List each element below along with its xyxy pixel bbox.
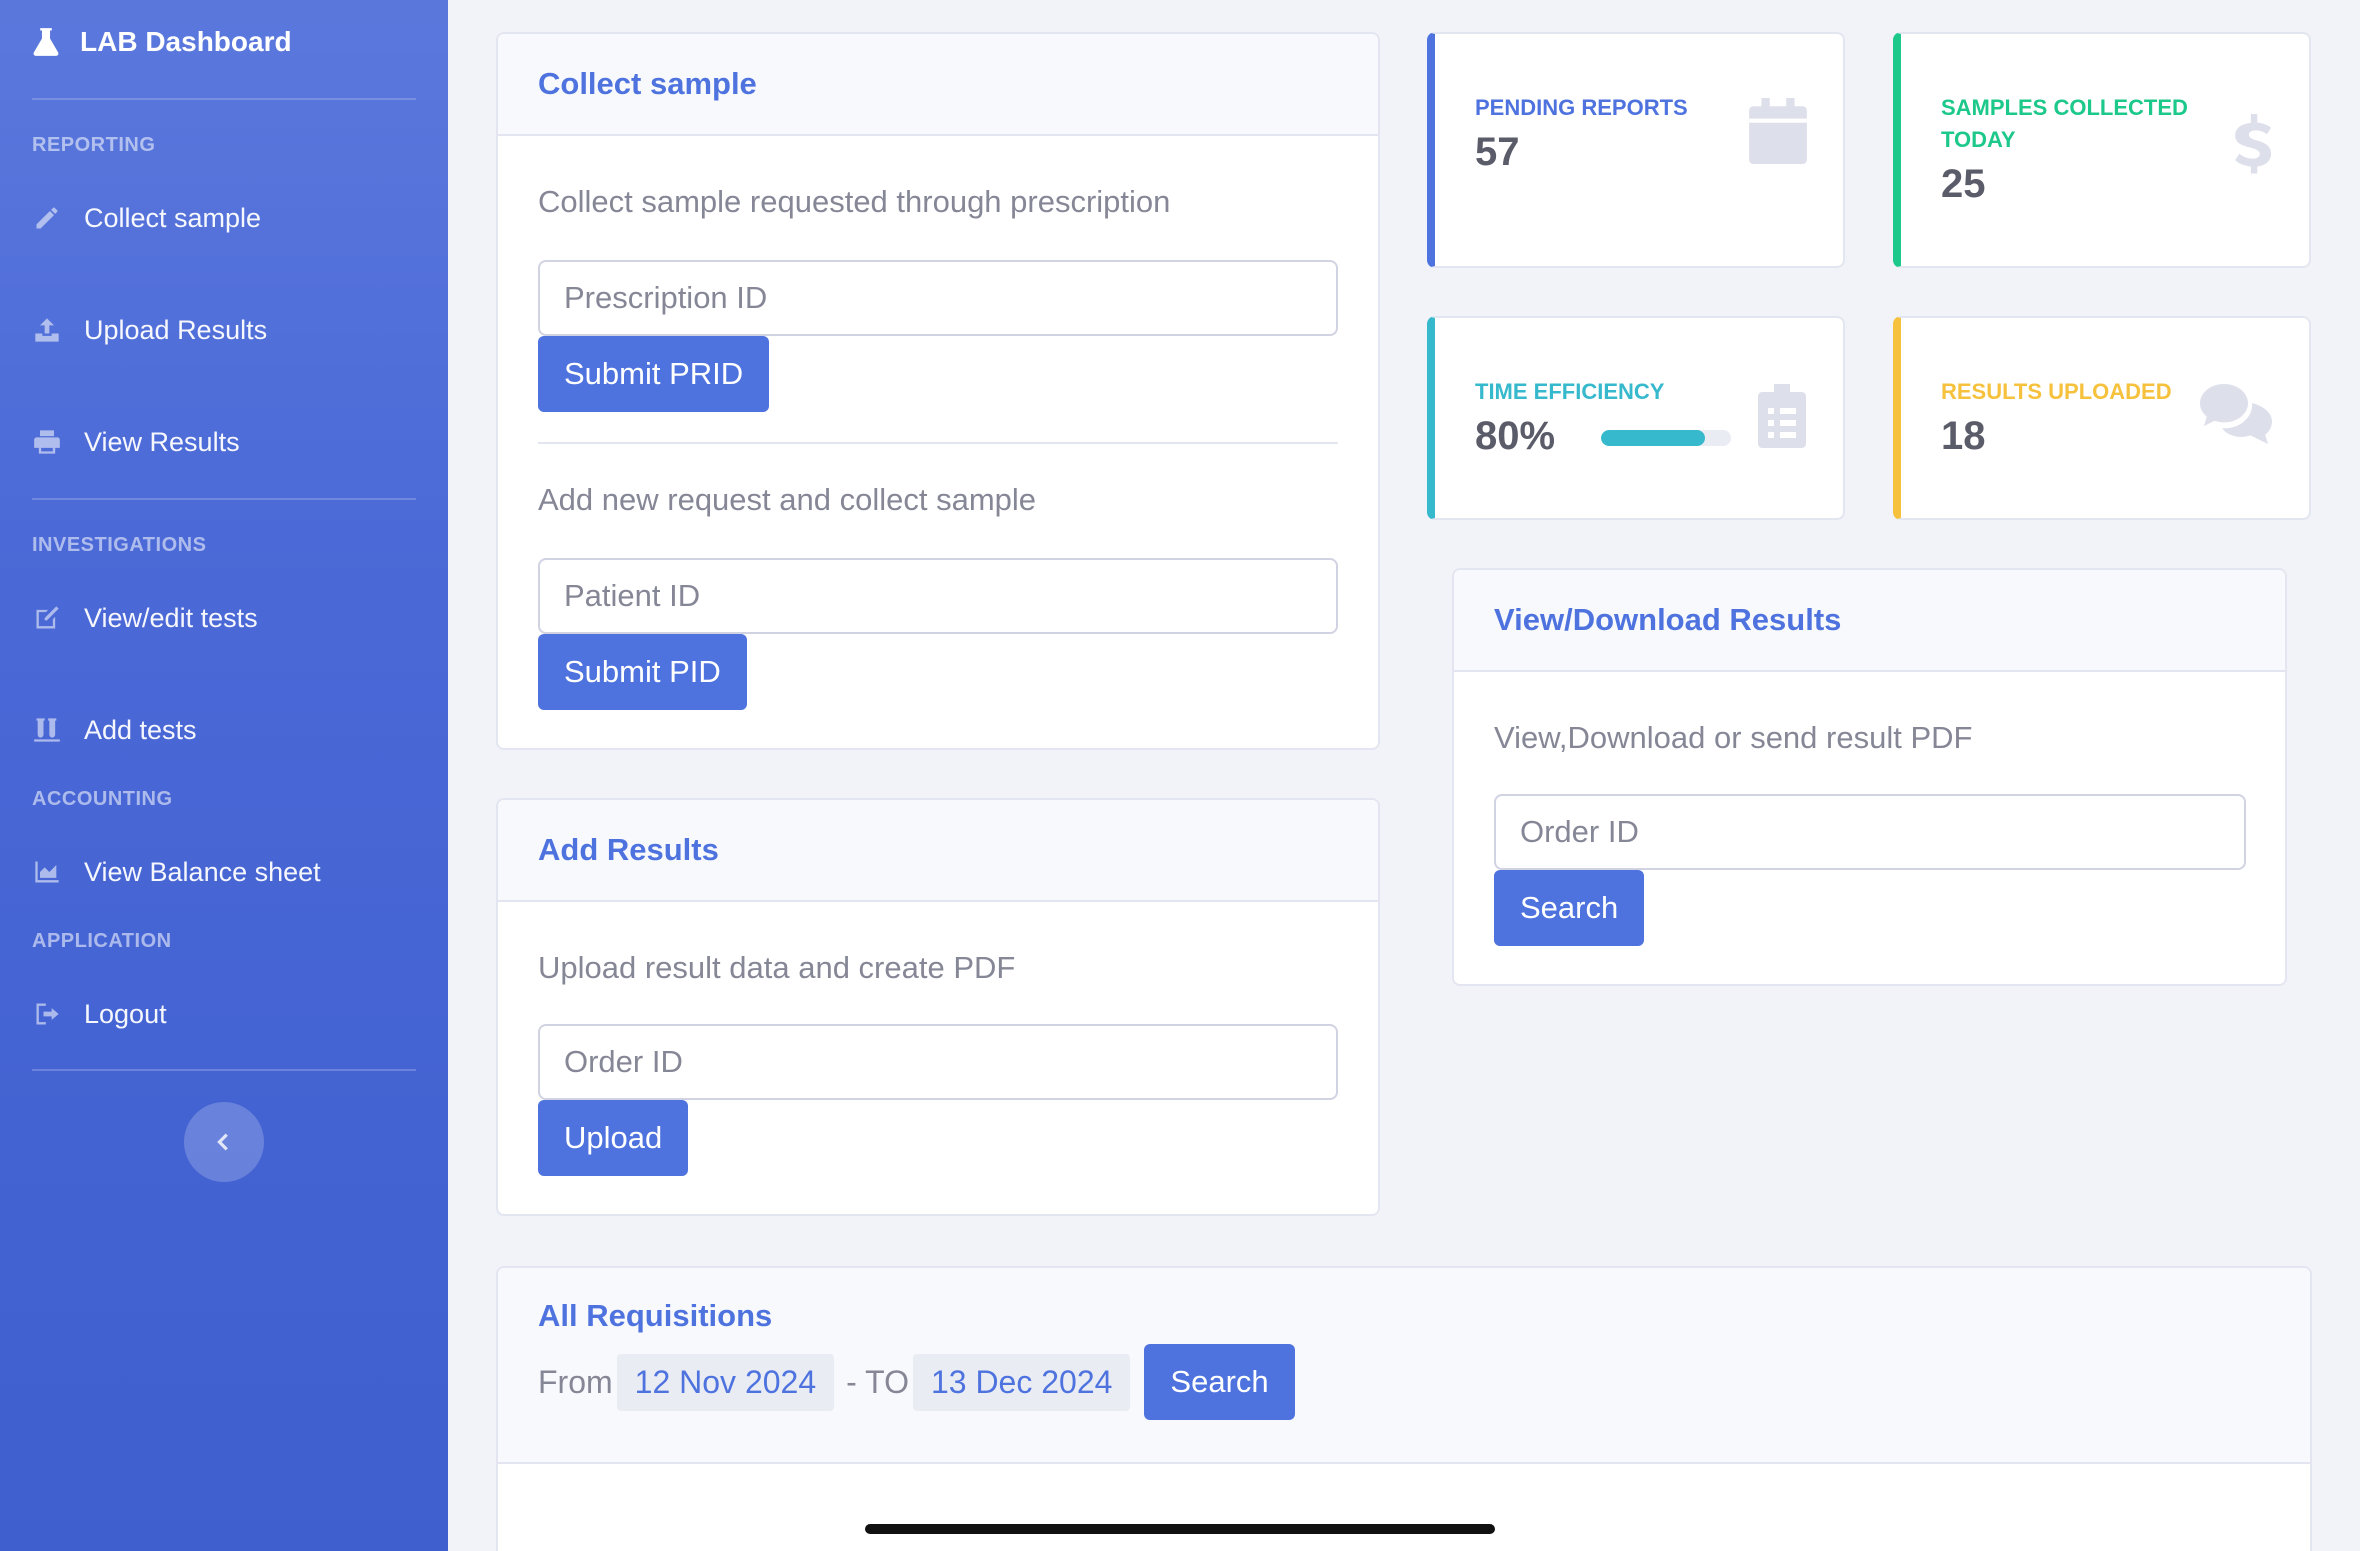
sidebar-item-balance-sheet[interactable]: View Balance sheet [32, 850, 416, 894]
to-label: - TO [846, 1363, 909, 1400]
requisitions-header: All Requisitions From 12 Nov 2024 - TO 1… [498, 1268, 2310, 1464]
comments-icon [2199, 384, 2273, 449]
card-text: Upload result data and create PDF [538, 950, 1016, 985]
pending-reports-card: PENDING REPORTS 57 [1427, 32, 1845, 268]
submit-prid-button[interactable]: Submit PRID [538, 336, 770, 412]
results-uploaded-card: RESULTS UPLOADED 18 [1893, 316, 2311, 520]
sidebar-toggle-button[interactable] [184, 1102, 264, 1182]
card-text: View,Download or send result PDF [1494, 720, 1973, 755]
sidebar-item-label: View Results [84, 426, 240, 457]
sidebar-item-label: Add tests [84, 714, 197, 745]
upload-icon [32, 315, 62, 345]
card-title: All Requisitions [538, 1298, 773, 1333]
card-title: Collect sample [498, 34, 1378, 136]
order-id-input[interactable] [1494, 794, 2246, 870]
sign-out-icon [32, 999, 62, 1029]
sidebar-item-label: View Balance sheet [84, 856, 321, 887]
home-indicator [865, 1524, 1495, 1534]
vials-icon [32, 715, 62, 745]
efficiency-progress-fill [1601, 430, 1705, 446]
time-efficiency-card: TIME EFFICIENCY 80% [1427, 316, 1845, 520]
collect-sample-card: Collect sample Collect sample requested … [496, 32, 1380, 750]
pen-icon [32, 203, 62, 233]
print-icon [32, 427, 62, 457]
chevron-left-icon [217, 1133, 228, 1151]
from-date-input[interactable]: 12 Nov 2024 [616, 1353, 835, 1411]
divider [538, 442, 1338, 444]
card-text: Add new request and collect sample [538, 482, 1037, 517]
sidebar-item-label: Logout [84, 998, 167, 1029]
dollar-icon [2233, 114, 2273, 187]
sidebar-item-logout[interactable]: Logout [32, 992, 416, 1036]
upload-button[interactable]: Upload [538, 1100, 689, 1176]
order-id-input[interactable] [538, 1024, 1338, 1100]
chart-area-icon [32, 857, 62, 887]
heading-investigations: INVESTIGATIONS [32, 534, 207, 556]
sidebar-divider [32, 1069, 416, 1071]
heading-reporting: REPORTING [32, 134, 156, 156]
card-title: View/Download Results [1454, 570, 2285, 672]
stat-value: 80% [1475, 414, 1556, 458]
stat-value: 25 [1941, 162, 1986, 206]
calendar-icon [1749, 98, 1807, 169]
efficiency-progress-bar [1601, 430, 1731, 446]
from-label: From [538, 1363, 613, 1400]
brand-title: LAB Dashboard [80, 26, 292, 57]
stat-label: TIME EFFICIENCY [1475, 379, 1665, 404]
stat-label: RESULTS UPLOADED [1941, 379, 2172, 404]
sidebar-item-upload-results[interactable]: Upload Results [32, 308, 416, 352]
clipboard-list-icon [1757, 384, 1807, 453]
heading-accounting: ACCOUNTING [32, 788, 173, 810]
stat-label: PENDING REPORTS [1475, 95, 1688, 120]
sidebar-item-collect-sample[interactable]: Collect sample [32, 196, 416, 240]
search-button[interactable]: Search [1144, 1344, 1295, 1420]
card-title: Add Results [498, 800, 1378, 902]
patient-id-input[interactable] [538, 558, 1338, 634]
sidebar-item-label: Collect sample [84, 202, 262, 233]
sidebar-item-label: Upload Results [84, 314, 268, 345]
brand[interactable]: LAB Dashboard [32, 22, 292, 62]
flask-icon [33, 28, 59, 56]
search-button[interactable]: Search [1494, 870, 1645, 946]
stat-label: SAMPLES COLLECTED TODAY [1941, 95, 2188, 152]
sidebar-divider [32, 98, 416, 100]
sidebar-item-add-tests[interactable]: Add tests [32, 708, 416, 752]
add-results-card: Add Results Upload result data and creat… [496, 798, 1380, 1216]
sidebar-item-view-results[interactable]: View Results [32, 420, 416, 464]
to-date-input[interactable]: 13 Dec 2024 [912, 1353, 1131, 1411]
view-download-card: View/Download Results View,Download or s… [1452, 568, 2287, 986]
stat-value: 18 [1941, 414, 1986, 458]
heading-application: APPLICATION [32, 930, 172, 952]
prescription-id-input[interactable] [538, 260, 1338, 336]
sidebar-item-label: View/edit tests [84, 602, 258, 633]
date-range: From 12 Nov 2024 - TO 13 Dec 2024 Search [538, 1344, 1295, 1420]
sidebar: LAB Dashboard REPORTING Collect sample U… [0, 0, 448, 1551]
samples-collected-card: SAMPLES COLLECTED TODAY 25 [1893, 32, 2311, 268]
requisitions-card: All Requisitions From 12 Nov 2024 - TO 1… [496, 1266, 2312, 1551]
edit-icon [32, 603, 62, 633]
sidebar-divider [32, 498, 416, 500]
sidebar-item-view-edit-tests[interactable]: View/edit tests [32, 596, 416, 640]
stat-value: 57 [1475, 130, 1520, 174]
submit-pid-button[interactable]: Submit PID [538, 634, 747, 710]
card-text: Collect sample requested through prescri… [538, 184, 1171, 219]
